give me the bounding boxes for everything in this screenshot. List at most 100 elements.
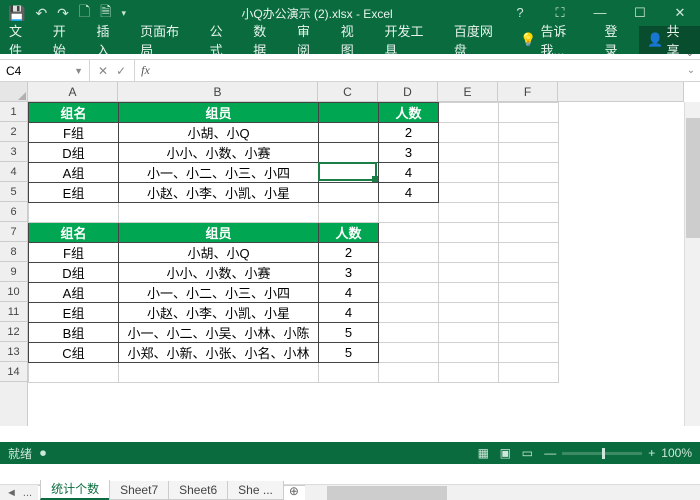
cell[interactable]: [439, 263, 499, 283]
qat-more-icon[interactable]: ▾: [121, 8, 126, 19]
cell[interactable]: [439, 343, 499, 363]
cell[interactable]: [499, 363, 559, 383]
cell[interactable]: 小赵、小李、小凯、小星: [119, 183, 319, 203]
cell[interactable]: 小胡、小Q: [119, 243, 319, 263]
cell[interactable]: C组: [29, 343, 119, 363]
view-normal-icon[interactable]: ▦: [472, 446, 494, 460]
cell[interactable]: [319, 103, 379, 123]
cell[interactable]: [499, 143, 559, 163]
sheet-tab[interactable]: She ...: [227, 481, 284, 500]
row-header[interactable]: 4: [0, 162, 27, 182]
cell[interactable]: [319, 203, 379, 223]
cell[interactable]: A组: [29, 283, 119, 303]
zoom-slider[interactable]: [562, 452, 642, 455]
expand-ribbon-icon[interactable]: ⌄: [686, 48, 694, 59]
row-header[interactable]: 5: [0, 182, 27, 202]
cell[interactable]: B组: [29, 323, 119, 343]
tab-review[interactable]: 审阅: [288, 26, 332, 54]
name-box[interactable]: C4▼: [0, 60, 90, 81]
sheet-tab[interactable]: 统计个数: [40, 480, 110, 500]
cell[interactable]: [119, 203, 319, 223]
cell[interactable]: [29, 203, 119, 223]
cell[interactable]: 4: [379, 183, 439, 203]
row-header[interactable]: 2: [0, 122, 27, 142]
fx-icon[interactable]: fx: [135, 60, 156, 81]
zoom-level[interactable]: 100%: [661, 446, 692, 460]
cells-area[interactable]: 组名组员人数F组小胡、小Q2D组小小、小数、小赛3A组小一、小二、小三、小四4E…: [28, 102, 684, 426]
cell[interactable]: [499, 323, 559, 343]
cell[interactable]: 5: [319, 343, 379, 363]
sheet-nav-ellipsis[interactable]: ...: [23, 487, 32, 499]
row-header[interactable]: 7: [0, 222, 27, 242]
horizontal-scrollbar[interactable]: [313, 485, 700, 500]
cancel-fx-icon[interactable]: ✕: [98, 64, 108, 78]
row-header[interactable]: 1: [0, 102, 27, 122]
macro-record-icon[interactable]: ⏺: [40, 446, 46, 461]
tell-me[interactable]: 💡告诉我...: [514, 26, 595, 54]
cell[interactable]: [439, 303, 499, 323]
view-break-icon[interactable]: ▭: [516, 446, 538, 460]
chevron-down-icon[interactable]: ▼: [74, 66, 83, 76]
cell[interactable]: 2: [379, 123, 439, 143]
cell[interactable]: [439, 163, 499, 183]
row-header[interactable]: 8: [0, 242, 27, 262]
select-all-corner[interactable]: [0, 82, 28, 102]
sheet-nav-prev-icon[interactable]: ◄: [6, 487, 17, 499]
row-header[interactable]: 3: [0, 142, 27, 162]
cell[interactable]: [439, 203, 499, 223]
cell[interactable]: [319, 123, 379, 143]
cell[interactable]: 小小、小数、小赛: [119, 263, 319, 283]
enter-fx-icon[interactable]: ✓: [116, 64, 126, 78]
cell[interactable]: [439, 243, 499, 263]
sheet-tab[interactable]: Sheet7: [109, 481, 169, 500]
row-header[interactable]: 14: [0, 362, 27, 382]
cell[interactable]: [319, 143, 379, 163]
view-layout-icon[interactable]: ▣: [494, 446, 516, 460]
cell[interactable]: [439, 363, 499, 383]
cell[interactable]: [439, 323, 499, 343]
tab-baidu[interactable]: 百度网盘: [445, 26, 514, 54]
cell[interactable]: 4: [379, 163, 439, 183]
tab-view[interactable]: 视图: [332, 26, 376, 54]
cell[interactable]: [379, 323, 439, 343]
cell[interactable]: 4: [319, 283, 379, 303]
formula-input[interactable]: [156, 60, 682, 81]
login-button[interactable]: 登录: [596, 26, 640, 54]
cell[interactable]: 小一、小二、小三、小四: [119, 163, 319, 183]
cell[interactable]: [499, 103, 559, 123]
cell[interactable]: [379, 243, 439, 263]
cell[interactable]: 3: [319, 263, 379, 283]
col-header[interactable]: B: [118, 82, 318, 101]
cell[interactable]: [379, 303, 439, 323]
tab-home[interactable]: 开始: [44, 26, 88, 54]
tab-file[interactable]: 文件: [0, 26, 44, 54]
tab-developer[interactable]: 开发工具: [375, 26, 444, 54]
cell[interactable]: [499, 183, 559, 203]
cell[interactable]: [499, 263, 559, 283]
add-sheet-button[interactable]: ⊕: [283, 482, 305, 500]
save-icon[interactable]: 💾: [8, 5, 25, 22]
vertical-scrollbar[interactable]: [684, 102, 700, 426]
row-header[interactable]: 11: [0, 302, 27, 322]
cell[interactable]: 2: [319, 243, 379, 263]
cell[interactable]: 组名: [29, 103, 119, 123]
tab-insert[interactable]: 插入: [87, 26, 131, 54]
cell[interactable]: [439, 103, 499, 123]
cell[interactable]: 小胡、小Q: [119, 123, 319, 143]
cell[interactable]: [379, 363, 439, 383]
cell[interactable]: [439, 223, 499, 243]
cell[interactable]: [499, 343, 559, 363]
cell[interactable]: A组: [29, 163, 119, 183]
col-header[interactable]: C: [318, 82, 378, 101]
cell[interactable]: 组员: [119, 103, 319, 123]
row-header[interactable]: 13: [0, 342, 27, 362]
cell[interactable]: [499, 123, 559, 143]
tab-formulas[interactable]: 公式: [201, 26, 245, 54]
cell[interactable]: [499, 223, 559, 243]
col-header[interactable]: F: [498, 82, 558, 101]
cell[interactable]: [379, 343, 439, 363]
tab-data[interactable]: 数据: [244, 26, 288, 54]
cell[interactable]: F组: [29, 123, 119, 143]
undo-icon[interactable]: ↶: [35, 5, 47, 22]
cell[interactable]: [499, 243, 559, 263]
